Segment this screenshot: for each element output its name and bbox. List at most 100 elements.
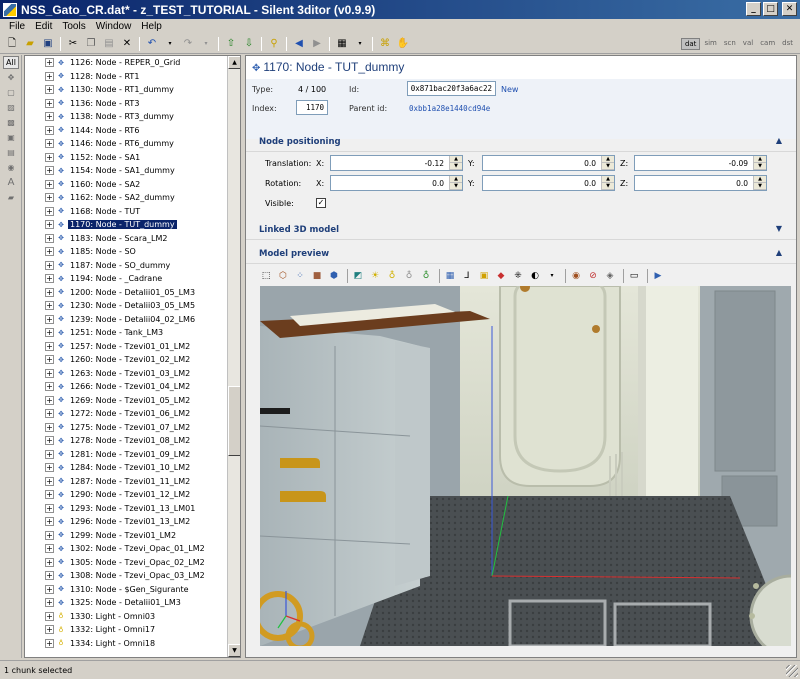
cube-solid-icon[interactable]: ⬚: [259, 269, 273, 283]
grid-icon[interactable]: ▦: [443, 269, 457, 283]
cube-wire-icon[interactable]: ⬡: [276, 269, 290, 283]
tree-node-row[interactable]: + ✥ 1138: Node - RT3_dummy: [25, 110, 228, 124]
spin-down-icon[interactable]: ▼: [602, 163, 614, 170]
tree-node-row[interactable]: + ✥ 1266: Node - Tzevi01_04_LM2: [25, 380, 228, 394]
collapse-up-icon[interactable]: ▲: [776, 136, 782, 145]
mode-tab-scn[interactable]: scn: [721, 38, 739, 50]
translation-y-field[interactable]: 0.0 ▲ ▼: [482, 155, 615, 171]
spinner[interactable]: ▲ ▼: [753, 176, 766, 190]
hand-tool-icon[interactable]: ✋: [396, 37, 410, 51]
expand-toggle-icon[interactable]: +: [45, 247, 54, 257]
expand-toggle-icon[interactable]: +: [45, 557, 54, 567]
expand-toggle-icon[interactable]: +: [45, 58, 54, 68]
tree-node-row[interactable]: + ✥ 1146: Node - RT6_dummy: [25, 137, 228, 151]
filter-material-icon[interactable]: ▩: [3, 116, 19, 129]
collapse-up-icon[interactable]: ▲: [776, 248, 782, 257]
expand-toggle-icon[interactable]: +: [45, 355, 54, 365]
expand-toggle-icon[interactable]: +: [45, 206, 54, 216]
tree-node-row[interactable]: + ✥ 1260: Node - Tzevi01_02_LM2: [25, 353, 228, 367]
filter-font-icon[interactable]: A: [3, 176, 19, 189]
expand-toggle-icon[interactable]: +: [45, 517, 54, 527]
menu-help[interactable]: Help: [136, 21, 167, 32]
spin-down-icon[interactable]: ▼: [754, 183, 766, 190]
tree-node-row[interactable]: + ✥ 1272: Node - Tzevi01_06_LM2: [25, 407, 228, 421]
expand-toggle-icon[interactable]: +: [45, 449, 54, 459]
tree-node-row[interactable]: + ✥ 1128: Node - RT1: [25, 70, 228, 84]
linked-model-section[interactable]: Linked 3D model ▼: [246, 220, 796, 240]
mode-tab-dat[interactable]: dat: [680, 38, 701, 50]
spin-up-icon[interactable]: ▲: [754, 176, 766, 183]
minimize-button[interactable]: _: [746, 2, 761, 16]
spin-down-icon[interactable]: ▼: [754, 163, 766, 170]
expand-toggle-icon[interactable]: +: [45, 503, 54, 513]
spin-up-icon[interactable]: ▲: [450, 156, 462, 163]
expand-toggle-icon[interactable]: +: [45, 166, 54, 176]
expand-toggle-icon[interactable]: +: [45, 287, 54, 297]
normals-icon[interactable]: ⁜: [511, 269, 525, 283]
shading-icon[interactable]: ◐: [528, 269, 542, 283]
expand-toggle-icon[interactable]: +: [45, 463, 54, 473]
tree-node-row[interactable]: + ✥ 1152: Node - SA1: [25, 151, 228, 165]
tree-node-row[interactable]: + ✥ 1162: Node - SA2_dummy: [25, 191, 228, 205]
expand-toggle-icon[interactable]: +: [45, 571, 54, 581]
pin-icon[interactable]: ⚲: [267, 37, 281, 51]
tree-node-row[interactable]: + ✥ 1293: Node - Tzevi01_13_LM01: [25, 502, 228, 516]
index-field[interactable]: 1170: [296, 100, 328, 115]
filter-image-icon[interactable]: ▣: [3, 131, 19, 144]
export-icon[interactable]: ◩: [351, 269, 365, 283]
mode-tab-dst[interactable]: dst: [779, 38, 796, 50]
expand-toggle-icon[interactable]: +: [45, 139, 54, 149]
redo-dropdown-icon[interactable]: ▾: [199, 37, 213, 51]
tree-node-row[interactable]: + ✥ 1230: Node - Detalii03_05_LM5: [25, 299, 228, 313]
tree-node-row[interactable]: + ✥ 1290: Node - Tzevi01_12_LM2: [25, 488, 228, 502]
tree-node-row[interactable]: + ♁ 1332: Light - Omni17: [25, 623, 228, 637]
tree-node-row[interactable]: + ✥ 1239: Node - Detalii04_02_LM6: [25, 313, 228, 327]
light-ambient-icon[interactable]: ♁: [419, 269, 433, 283]
expand-toggle-icon[interactable]: +: [45, 530, 54, 540]
menu-file[interactable]: File: [4, 21, 30, 32]
tree-node-row[interactable]: + ✥ 1194: Node - _Cadrane: [25, 272, 228, 286]
filter-misc-icon[interactable]: ▰: [3, 191, 19, 204]
expand-toggle-icon[interactable]: +: [45, 422, 54, 432]
new-id-link[interactable]: New: [501, 85, 518, 94]
tree-node-row[interactable]: + ✥ 1185: Node - SO: [25, 245, 228, 259]
redo-icon[interactable]: ↷: [181, 37, 195, 51]
cube-blue-icon[interactable]: ⬢: [327, 269, 341, 283]
spinner[interactable]: ▲ ▼: [601, 176, 614, 190]
script-icon[interactable]: ⌘: [378, 37, 392, 51]
expand-toggle-icon[interactable]: +: [45, 71, 54, 81]
tree-node-row[interactable]: + ✥ 1281: Node - Tzevi01_09_LM2: [25, 448, 228, 462]
paste-icon[interactable]: ▤: [102, 37, 116, 51]
menu-tools[interactable]: Tools: [57, 21, 90, 32]
camera-icon[interactable]: ◈: [603, 269, 617, 283]
expand-toggle-icon[interactable]: +: [45, 584, 54, 594]
tree-node-row[interactable]: + ✥ 1278: Node - Tzevi01_08_LM2: [25, 434, 228, 448]
rotation-y-field[interactable]: 0.0 ▲ ▼: [482, 175, 615, 191]
light-off-icon[interactable]: ♁: [402, 269, 416, 283]
spin-down-icon[interactable]: ▼: [450, 183, 462, 190]
close-button[interactable]: ✕: [782, 2, 797, 16]
expand-toggle-icon[interactable]: +: [45, 544, 54, 554]
delete-icon[interactable]: ✕: [120, 37, 134, 51]
cut-icon[interactable]: ✂: [66, 37, 80, 51]
expand-toggle-icon[interactable]: +: [45, 328, 54, 338]
tree-node-row[interactable]: + ✥ 1263: Node - Tzevi01_03_LM2: [25, 367, 228, 381]
hide-icon[interactable]: ⊘: [586, 269, 600, 283]
expand-toggle-icon[interactable]: +: [45, 179, 54, 189]
vertices-icon[interactable]: ⁘: [293, 269, 307, 283]
translation-x-field[interactable]: -0.12 ▲ ▼: [330, 155, 463, 171]
scroll-thumb[interactable]: [228, 386, 240, 456]
filter-document-icon[interactable]: ▤: [3, 146, 19, 159]
spinner[interactable]: ▲ ▼: [449, 176, 462, 190]
mode-tab-cam[interactable]: cam: [757, 38, 778, 50]
cube-textured-icon[interactable]: ■: [310, 269, 324, 283]
expand-toggle-icon[interactable]: +: [45, 625, 54, 635]
tree-node-row[interactable]: + ✥ 1154: Node - SA1_dummy: [25, 164, 228, 178]
tree-node-row[interactable]: + ✥ 1287: Node - Tzevi01_11_LM2: [25, 475, 228, 489]
tree-node-row[interactable]: + ✥ 1302: Node - Tzevi_Opac_01_LM2: [25, 542, 228, 556]
expand-toggle-icon[interactable]: +: [45, 409, 54, 419]
tree-node-row[interactable]: + ✥ 1144: Node - RT6: [25, 124, 228, 138]
spin-up-icon[interactable]: ▲: [450, 176, 462, 183]
eye-icon[interactable]: ◉: [569, 269, 583, 283]
tree-node-row[interactable]: + ♁ 1330: Light - Omni03: [25, 610, 228, 624]
